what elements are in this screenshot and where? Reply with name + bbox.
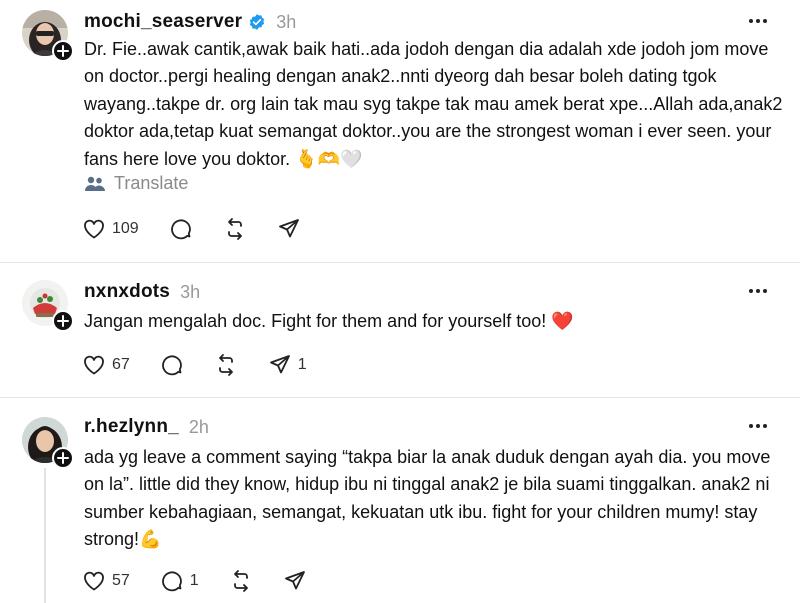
avatar[interactable] bbox=[22, 280, 74, 332]
follow-plus-icon[interactable] bbox=[52, 40, 74, 62]
like-count: 57 bbox=[112, 572, 130, 589]
post-text: Jangan mengalah doc. Fight for them and … bbox=[84, 311, 574, 331]
more-icon[interactable] bbox=[748, 423, 768, 429]
more-icon[interactable] bbox=[748, 288, 768, 294]
share-button[interactable] bbox=[277, 217, 301, 241]
comment-icon bbox=[170, 219, 191, 240]
post-text: Dr. Fie..awak cantik,awak baik hati..ada… bbox=[84, 39, 783, 169]
avatar[interactable] bbox=[22, 417, 74, 469]
like-button[interactable]: 57 bbox=[82, 569, 130, 593]
follow-plus-icon[interactable] bbox=[52, 447, 74, 469]
heart-icon bbox=[84, 219, 104, 239]
like-count: 67 bbox=[112, 356, 130, 373]
share-count: 1 bbox=[297, 356, 307, 373]
timestamp: 3h bbox=[276, 11, 297, 32]
username[interactable]: r.hezlynn_ bbox=[84, 416, 179, 438]
action-bar: 109 bbox=[82, 217, 331, 241]
reply-button[interactable] bbox=[160, 353, 184, 377]
username[interactable]: mochi_seaserver bbox=[84, 11, 242, 33]
repost-button[interactable] bbox=[229, 569, 253, 593]
heart-icon bbox=[84, 571, 104, 591]
verified-badge-icon bbox=[250, 14, 265, 30]
reply-button[interactable] bbox=[169, 217, 193, 241]
post-3: r.hezlynn_ 2h ada yg leave a comment say… bbox=[0, 398, 800, 603]
more-icon[interactable] bbox=[748, 18, 768, 24]
repost-button[interactable] bbox=[223, 217, 247, 241]
heart-icon bbox=[84, 355, 104, 375]
post-1: mochi_seaserver 3h Dr. Fie..awak cantik,… bbox=[0, 0, 800, 262]
repost-icon bbox=[218, 354, 233, 376]
translate-icon bbox=[85, 176, 105, 191]
action-bar: 67 1 bbox=[82, 353, 337, 377]
send-icon bbox=[284, 571, 305, 590]
share-button[interactable] bbox=[283, 569, 307, 593]
post-header: mochi_seaserver 3h bbox=[84, 10, 296, 34]
post-header: nxnxdots 3h bbox=[84, 280, 200, 304]
action-bar: 57 1 bbox=[82, 569, 337, 593]
send-icon bbox=[278, 219, 299, 238]
like-button[interactable]: 109 bbox=[82, 217, 139, 241]
like-count: 109 bbox=[112, 220, 139, 237]
timestamp: 3h bbox=[180, 281, 201, 302]
follow-plus-icon[interactable] bbox=[52, 310, 74, 332]
post-header: r.hezlynn_ 2h bbox=[84, 415, 209, 439]
share-button[interactable]: 1 bbox=[268, 353, 307, 377]
avatar[interactable] bbox=[22, 10, 74, 62]
timestamp: 2h bbox=[188, 416, 209, 437]
thread-line bbox=[44, 468, 46, 603]
send-icon bbox=[269, 355, 290, 374]
comment-icon bbox=[161, 571, 182, 592]
post-text: ada yg leave a comment saying “takpa bia… bbox=[84, 447, 771, 550]
repost-button[interactable] bbox=[214, 353, 238, 377]
repost-icon bbox=[227, 218, 242, 240]
post-2: nxnxdots 3h Jangan mengalah doc. Fight f… bbox=[0, 263, 800, 396]
repost-icon bbox=[233, 570, 248, 592]
comment-icon bbox=[161, 355, 182, 376]
username[interactable]: nxnxdots bbox=[84, 281, 170, 303]
translate-label: Translate bbox=[114, 173, 189, 193]
reply-count: 1 bbox=[189, 572, 199, 589]
reply-button[interactable]: 1 bbox=[160, 569, 199, 593]
like-button[interactable]: 67 bbox=[82, 353, 130, 377]
translate-button[interactable]: Translate bbox=[84, 173, 188, 194]
